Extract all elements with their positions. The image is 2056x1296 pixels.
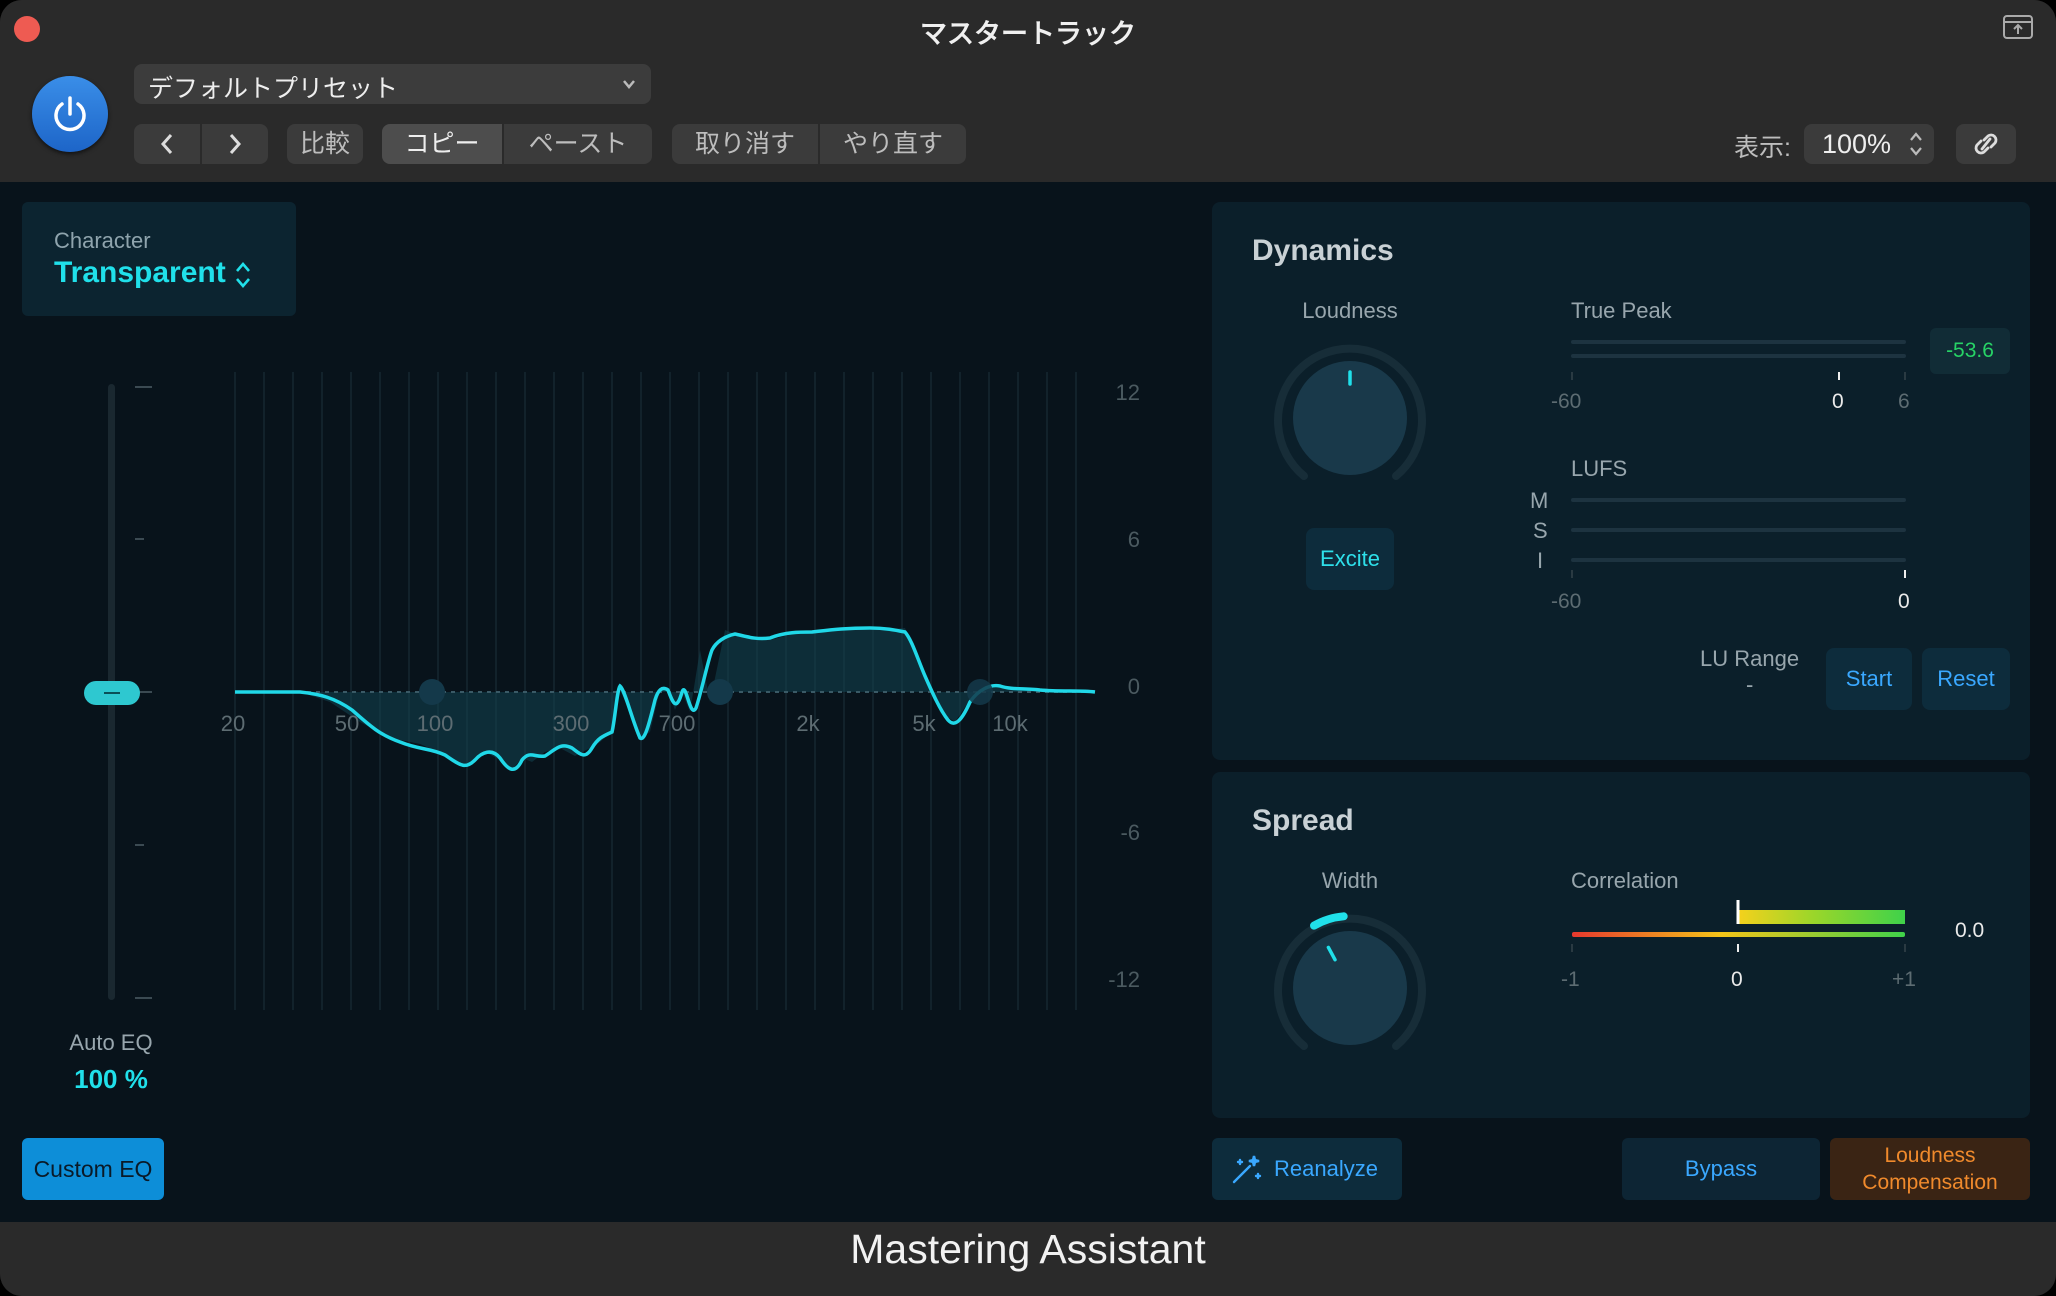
zoom-value: 100% xyxy=(1822,129,1892,159)
link-button[interactable] xyxy=(1956,124,2016,164)
eq-gain-label: 6 xyxy=(1128,527,1140,552)
correlation-tick-min: -1 xyxy=(1561,968,1580,991)
eq-freq-label: 10k xyxy=(992,711,1028,736)
lufs-tick-min: -60 xyxy=(1551,590,1582,613)
lufs-row-momentary: M xyxy=(1530,488,1549,513)
character-selector[interactable]: Character Transparent xyxy=(22,202,296,316)
eq-band-handle-high[interactable] xyxy=(967,679,993,705)
character-value: Transparent xyxy=(54,256,226,289)
lufs-label: LUFS xyxy=(1571,456,1628,481)
true-peak-tick-max: 6 xyxy=(1898,390,1910,413)
plugin-name: Mastering Assistant xyxy=(850,1226,1206,1272)
reanalyze-button[interactable]: Reanalyze xyxy=(1212,1138,1402,1200)
correlation-value: 0.0 xyxy=(1955,919,1985,942)
correlation-label: Correlation xyxy=(1571,868,1679,893)
lufs-ticks xyxy=(1571,570,1906,578)
auto-eq-value: 100 % xyxy=(74,1064,148,1094)
reset-button[interactable]: Reset xyxy=(1922,648,2010,710)
lufs-meter-short-term xyxy=(1571,528,1906,532)
link-icon xyxy=(1974,133,1998,155)
correlation-tick-max: +1 xyxy=(1892,968,1916,991)
chevron-down-icon xyxy=(623,80,635,89)
eq-freq-label: 300 xyxy=(553,711,590,736)
spread-title: Spread xyxy=(1252,804,1354,837)
true-peak-meter-left xyxy=(1571,340,1906,344)
eq-frequency-labels: 20 50 100 300 700 2k 5k 10k xyxy=(221,711,1029,736)
true-peak-ticks xyxy=(1571,372,1906,380)
copy-button[interactable]: コピー xyxy=(382,124,502,164)
lufs-meter-integrated xyxy=(1571,558,1906,562)
magic-wand-icon xyxy=(1232,1155,1262,1184)
eq-freq-label: 50 xyxy=(335,711,359,736)
preset-dropdown[interactable]: デフォルトプリセット xyxy=(134,64,651,104)
up-down-arrows-icon xyxy=(1910,132,1922,156)
loudness-knob[interactable] xyxy=(1270,338,1430,498)
next-preset-button[interactable] xyxy=(202,124,268,164)
eq-gain-label: 0 xyxy=(1128,674,1140,699)
lufs-tick-max: 0 xyxy=(1898,590,1910,613)
compare-button[interactable]: 比較 xyxy=(287,124,363,164)
power-icon xyxy=(54,96,86,132)
eq-freq-label: 5k xyxy=(912,711,936,736)
view-label: 表示: xyxy=(1734,134,1791,162)
window-title: マスタートラック xyxy=(920,19,1136,49)
eq-gain-labels: 12 6 0 -6 -12 xyxy=(1108,380,1140,992)
correlation-meter xyxy=(1571,900,1906,952)
eq-curve-fill xyxy=(235,628,1095,770)
undo-button[interactable]: 取り消す xyxy=(672,124,818,164)
eq-band-handle-mid[interactable] xyxy=(707,679,733,705)
eq-freq-label: 100 xyxy=(417,711,454,736)
correlation-tick-zero: 0 xyxy=(1731,968,1743,991)
eq-freq-label: 20 xyxy=(221,711,245,736)
eq-gain-label: -6 xyxy=(1120,820,1140,845)
eq-band-handle-low[interactable] xyxy=(419,679,445,705)
true-peak-value: -53.6 xyxy=(1930,328,2010,374)
width-label: Width xyxy=(1321,868,1379,893)
zoom-select[interactable]: 100% xyxy=(1804,124,1934,164)
preset-label: デフォルトプリセット xyxy=(148,75,399,103)
auto-eq-label: Auto EQ xyxy=(69,1030,153,1055)
width-knob[interactable] xyxy=(1270,908,1430,1068)
custom-eq-button[interactable]: Custom EQ xyxy=(22,1138,164,1200)
eq-freq-label: 700 xyxy=(659,711,696,736)
lufs-row-integrated: I xyxy=(1537,548,1544,573)
lufs-row-short-term: S xyxy=(1533,518,1548,543)
up-down-arrows-icon xyxy=(236,262,250,288)
reanalyze-label: Reanalyze xyxy=(1274,1156,1378,1181)
power-button[interactable] xyxy=(32,76,108,152)
plugin-window: マスタートラック デフォルトプリセット 比較 コピー ペースト 取り消す やり直… xyxy=(0,0,2056,1296)
previous-preset-button[interactable] xyxy=(134,124,200,164)
loudness-label: Loudness xyxy=(1302,298,1398,323)
redo-button[interactable]: やり直す xyxy=(820,124,966,164)
lufs-meter-momentary xyxy=(1571,498,1906,502)
lu-range-label: LU Range xyxy=(1700,646,1800,671)
excite-button[interactable]: Excite xyxy=(1306,528,1394,590)
start-button[interactable]: Start xyxy=(1826,648,1912,710)
bypass-button[interactable]: Bypass xyxy=(1622,1138,1820,1200)
pin-window-icon[interactable] xyxy=(2000,12,2036,42)
true-peak-label: True Peak xyxy=(1571,298,1672,323)
eq-freq-label: 2k xyxy=(796,711,820,736)
chevron-right-icon xyxy=(229,134,242,154)
eq-gain-label: 12 xyxy=(1116,380,1140,405)
paste-button[interactable]: ペースト xyxy=(504,124,652,164)
loudness-compensation-button[interactable]: Loudness Compensation xyxy=(1830,1138,2030,1200)
true-peak-tick-zero: 0 xyxy=(1832,390,1844,413)
eq-graph[interactable]: 20 50 100 300 700 2k 5k 10k 12 6 0 -6 -12 xyxy=(0,360,1180,1020)
character-label: Character xyxy=(54,228,151,253)
dynamics-title: Dynamics xyxy=(1252,234,1394,267)
eq-gain-label: -12 xyxy=(1108,967,1140,992)
lu-range-value: - xyxy=(1746,672,1754,697)
true-peak-tick-min: -60 xyxy=(1551,390,1582,413)
true-peak-meter-right xyxy=(1571,354,1906,358)
chevron-left-icon xyxy=(160,134,173,154)
